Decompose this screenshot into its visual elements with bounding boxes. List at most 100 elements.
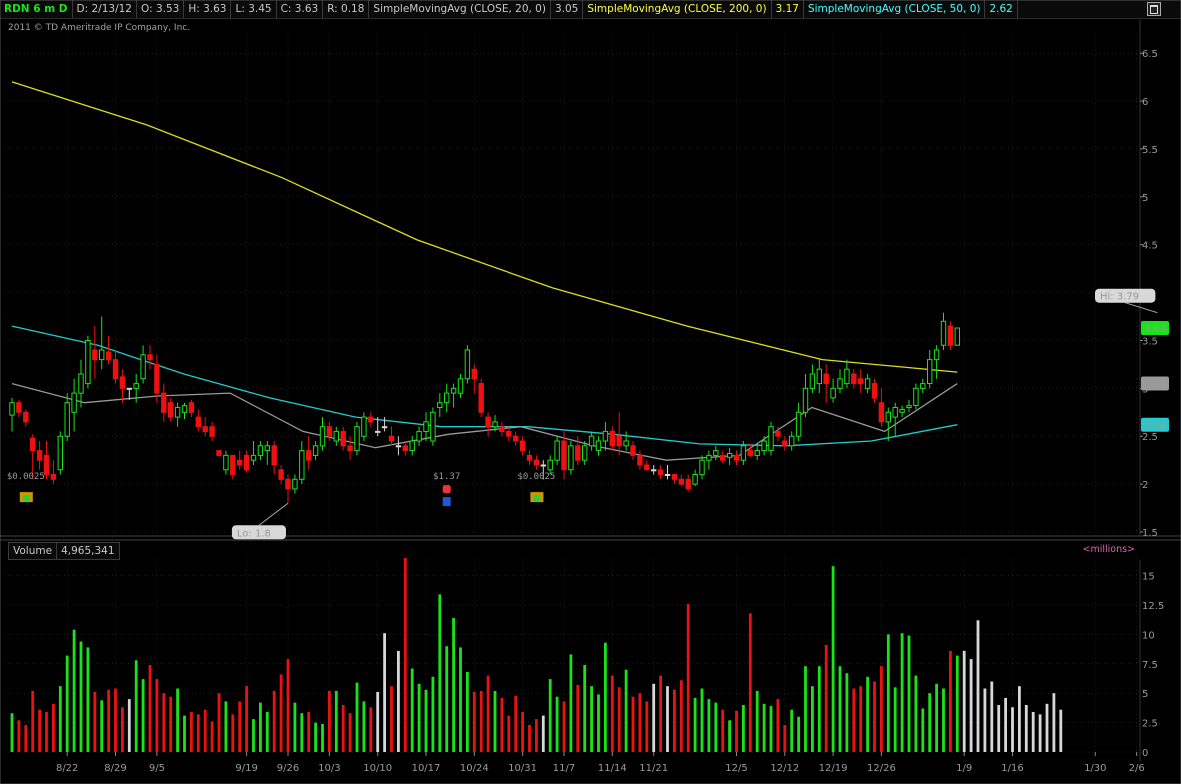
volume-bar <box>314 722 317 752</box>
candle-body <box>837 378 843 389</box>
date-tick-label: 12/12 <box>770 763 799 774</box>
date-tick-label: 1/16 <box>1001 763 1023 774</box>
volume-tick-label: 5 <box>1142 689 1148 700</box>
candle-body <box>844 368 850 385</box>
candle-body <box>250 454 257 461</box>
volume-bar <box>362 701 366 752</box>
candle-body <box>782 440 788 447</box>
candle-body <box>375 430 381 433</box>
volume-bar <box>652 683 656 752</box>
volume-bar <box>507 715 511 752</box>
candle-body <box>285 478 291 490</box>
candle-body <box>533 459 540 466</box>
candle-body <box>306 450 312 461</box>
candle-body <box>237 459 243 466</box>
volume-bar <box>831 566 835 752</box>
price-tick-label: 4.5 <box>1142 241 1158 252</box>
volume-bar <box>1004 697 1007 752</box>
volume-bar <box>548 679 552 752</box>
volume-bar <box>728 720 731 752</box>
volume-bar <box>417 683 421 752</box>
volume-tick-label: 15 <box>1142 572 1155 583</box>
candle-body <box>726 453 733 458</box>
date-tick-label: 12/5 <box>725 763 747 774</box>
candle-body <box>457 378 464 394</box>
date-tick-label: 11/21 <box>639 763 668 774</box>
candle-body <box>333 430 340 442</box>
candle-body <box>444 392 450 404</box>
earnings-phone-icon <box>442 485 451 494</box>
volume-header: Volume 4,965,341 <box>8 542 120 560</box>
candle-body <box>85 340 91 385</box>
candle-body <box>388 435 395 442</box>
candle-body <box>795 411 802 437</box>
volume-bar <box>1024 705 1028 752</box>
volume-bar <box>900 633 904 752</box>
volume-bar <box>134 660 138 752</box>
candle-body <box>119 376 126 389</box>
earnings-dollar-icon <box>442 497 451 507</box>
candle-body <box>740 445 747 461</box>
price-marker-label: 3.63 <box>1144 324 1166 335</box>
volume-bar <box>942 688 945 752</box>
volume-bar <box>790 709 794 752</box>
candle-body <box>864 378 871 389</box>
volume-bar <box>224 701 228 752</box>
volume-bar <box>666 686 669 752</box>
volume-bar <box>114 688 117 752</box>
candle-body <box>561 440 567 471</box>
volume-bar <box>376 692 380 752</box>
candle-body <box>140 354 146 380</box>
volume-bar <box>735 710 738 752</box>
volume-bar <box>762 703 766 752</box>
volume-bar <box>707 699 711 752</box>
candle-body <box>671 474 678 480</box>
volume-bar <box>610 675 614 752</box>
volume-bar <box>341 705 345 752</box>
candle-body <box>513 435 519 442</box>
candle-body <box>630 445 636 456</box>
volume-bar <box>748 613 752 752</box>
volume-bar <box>493 690 497 752</box>
candle-body <box>92 349 98 361</box>
date-tick-label: 10/17 <box>412 763 441 774</box>
volume-bar <box>679 680 683 752</box>
candle-body <box>733 454 740 461</box>
volume-bar <box>783 725 787 752</box>
candle-body <box>789 435 795 447</box>
volume-bar <box>58 686 62 752</box>
volume-bar <box>155 679 159 752</box>
candle-body <box>720 454 726 461</box>
price-volume-chart[interactable]: 1.522.533.544.555.566.502.557.51012.5158… <box>0 0 1181 784</box>
candle-body <box>575 445 581 461</box>
volume-bar <box>997 705 1001 752</box>
volume-bar <box>555 696 559 752</box>
volume-bar <box>769 706 773 752</box>
volume-bar <box>935 683 938 752</box>
candle-body <box>188 402 195 413</box>
candle-body <box>637 454 643 466</box>
volume-bar <box>334 690 338 752</box>
price-tick-label: 2.5 <box>1142 432 1158 443</box>
candle-body <box>16 402 22 413</box>
volume-tick-label: 7.5 <box>1142 660 1158 671</box>
volume-bar <box>397 650 400 752</box>
candle-body <box>195 416 202 428</box>
volume-bar <box>907 635 911 752</box>
volume-bar <box>459 647 462 752</box>
volume-bar <box>231 714 235 752</box>
volume-bar <box>845 673 849 752</box>
candle-body <box>416 430 422 442</box>
volume-label[interactable]: Volume <box>9 543 56 559</box>
candle-body <box>71 392 77 413</box>
candle-body <box>202 426 208 433</box>
volume-tick-label: 12.5 <box>1142 601 1164 612</box>
candle-body <box>526 454 533 461</box>
price-tick-label: 3.5 <box>1142 336 1158 347</box>
candle-body <box>940 320 947 346</box>
volume-bar <box>24 725 28 752</box>
candle-body <box>892 407 898 418</box>
volume-bar <box>121 707 124 752</box>
volume-bar <box>949 650 952 752</box>
candle-body <box>292 478 298 490</box>
